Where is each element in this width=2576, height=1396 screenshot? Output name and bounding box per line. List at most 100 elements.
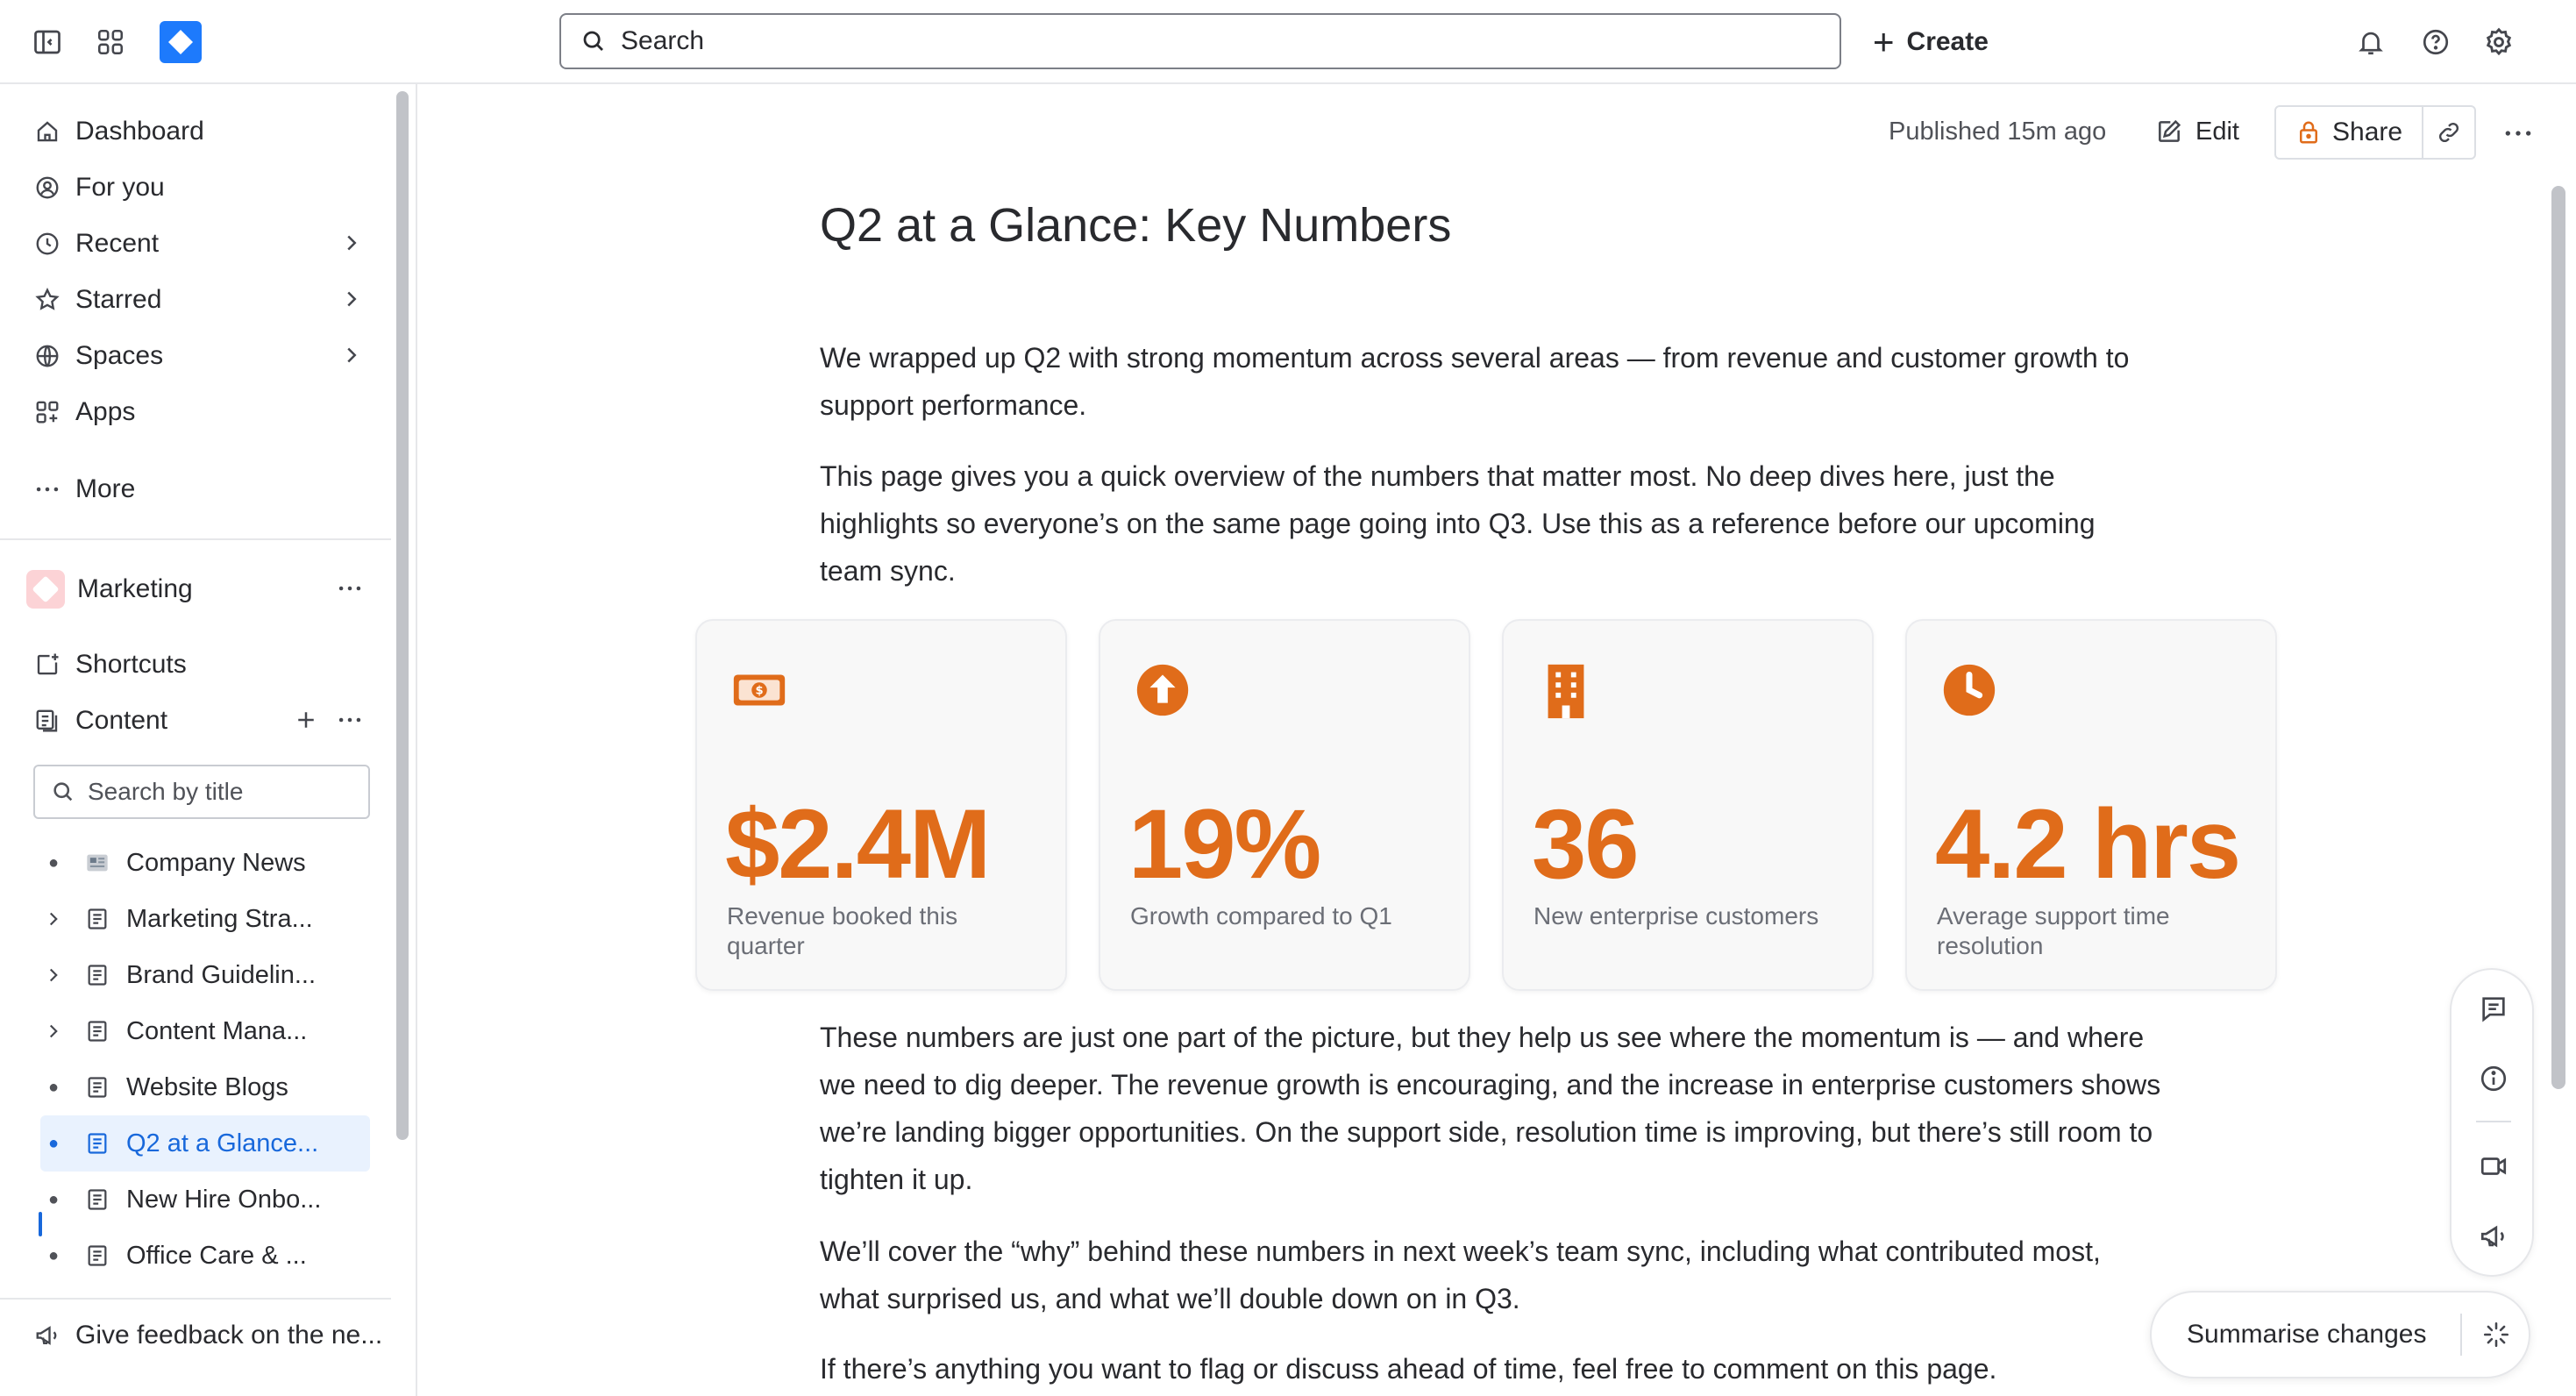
megaphone-icon[interactable] [2478, 1221, 2509, 1252]
tree-item-new-hire-onboarding[interactable]: ● New Hire Onbo... [40, 1172, 370, 1228]
tree-item-brand-guidelines[interactable]: Brand Guidelin... [40, 947, 370, 1003]
info-icon[interactable] [2478, 1063, 2509, 1094]
video-icon[interactable] [2478, 1150, 2509, 1182]
bullet-icon: ● [47, 852, 60, 872]
chevron-right-icon[interactable] [40, 908, 67, 930]
page-icon [84, 1074, 110, 1100]
chevron-right-icon[interactable] [338, 286, 365, 319]
tree-item-label: Marketing Stra... [126, 904, 313, 933]
notifications-bell-icon[interactable] [2350, 21, 2392, 63]
search-by-title-placeholder: Search by title [88, 778, 244, 805]
sidebar-item-label: Recent [75, 229, 160, 258]
confluence-logo-icon[interactable] [160, 21, 202, 63]
tree-item-content-management[interactable]: Content Mana... [40, 1003, 370, 1059]
tree-item-label: Content Mana... [126, 1016, 308, 1045]
sidebar-item-starred[interactable]: Starred [32, 275, 365, 324]
user-circle-icon [32, 172, 63, 203]
search-icon [53, 782, 73, 801]
search-input[interactable]: Search [559, 13, 1841, 69]
bullet-icon: ● [47, 1077, 60, 1097]
sidebar-item-label: For you [75, 173, 165, 202]
money-icon: $ [729, 659, 790, 721]
tree-item-website-blogs[interactable]: ● Website Blogs [40, 1059, 370, 1115]
clock-icon [32, 228, 63, 260]
building-icon [1535, 659, 1597, 721]
tree-item-office-care[interactable]: ● Office Care & ... [40, 1228, 370, 1284]
help-icon[interactable] [2415, 21, 2457, 63]
summarise-label: Summarise changes [2187, 1320, 2427, 1349]
sidebar-scrollbar[interactable] [396, 91, 409, 1140]
published-status: Published 15m ago [1889, 107, 2106, 156]
app-switcher-icon[interactable] [89, 21, 132, 63]
tree-item-company-news[interactable]: ● Company News [40, 835, 370, 891]
tree-item-label: Office Care & ... [126, 1241, 307, 1270]
search-by-title-input[interactable]: Search by title [33, 765, 370, 819]
page-more-dots-icon[interactable] [2501, 116, 2536, 155]
clock-icon [1939, 659, 2000, 721]
tree-item-label: Company News [126, 848, 306, 877]
sidebar-item-more[interactable]: More [32, 465, 365, 514]
page-title: Q2 at a Glance: Key Numbers [820, 199, 1452, 252]
main-scrollbar[interactable] [2551, 186, 2565, 1089]
tree-item-label: Website Blogs [126, 1072, 288, 1101]
sidebar-item-content[interactable]: Content [32, 696, 365, 745]
sidebar-item-label: Spaces [75, 341, 164, 370]
create-button[interactable]: + Create [1873, 18, 1989, 67]
sidebar-item-apps[interactable]: Apps [32, 388, 365, 437]
share-label: Share [2332, 118, 2403, 146]
tree-item-marketing-strategy[interactable]: Marketing Stra... [40, 891, 370, 947]
content-pages-icon [32, 705, 63, 737]
top-bar: Search + Create [0, 0, 2576, 84]
tree-item-q2-at-a-glance[interactable]: ● Q2 at a Glance... [40, 1115, 370, 1172]
sidebar-item-dashboard[interactable]: Dashboard [32, 107, 365, 156]
sidebar-item-label: Dashboard [75, 117, 204, 146]
copy-link-button[interactable] [2423, 107, 2474, 158]
arrow-up-circle-icon [1132, 659, 1193, 721]
sidebar: Dashboard For you Recent Starred Spaces … [0, 84, 417, 1396]
sidebar-item-label: Starred [75, 285, 162, 314]
stat-value: 4.2 hrs [1935, 789, 2241, 899]
chevron-right-icon[interactable] [40, 964, 67, 986]
summarise-changes-button[interactable]: Summarise changes [2150, 1291, 2530, 1378]
feedback-label: Give feedback on the ne... [75, 1321, 383, 1350]
ai-sparkle-icon[interactable] [2481, 1320, 2511, 1350]
stat-card-growth: 19% Growth compared to Q1 [1099, 619, 1470, 991]
add-content-plus-icon[interactable] [293, 707, 319, 740]
sidebar-divider [0, 1298, 391, 1300]
chevron-right-icon[interactable] [338, 342, 365, 375]
apps-grid-icon [32, 396, 63, 428]
intro-paragraph-1: We wrapped up Q2 with strong momentum ac… [820, 342, 2130, 421]
sidebar-item-spaces[interactable]: Spaces [32, 331, 365, 381]
settings-gear-icon[interactable] [2478, 21, 2520, 63]
page-icon [84, 906, 110, 932]
sidebar-item-for-you[interactable]: For you [32, 163, 365, 212]
sidebar-toggle-icon[interactable] [26, 21, 68, 63]
stat-value: $2.4M [725, 789, 991, 899]
search-placeholder: Search [621, 26, 705, 55]
sidebar-item-shortcuts[interactable]: Shortcuts [32, 640, 365, 689]
chevron-right-icon[interactable] [338, 230, 365, 263]
sidebar-item-label: Shortcuts [75, 650, 187, 679]
more-dots-icon[interactable] [335, 705, 365, 742]
shortcut-icon [32, 649, 63, 680]
sidebar-item-recent[interactable]: Recent [32, 219, 365, 268]
space-name: Marketing [77, 574, 193, 603]
globe-icon [32, 340, 63, 372]
chevron-right-icon[interactable] [40, 1020, 67, 1043]
comments-icon[interactable] [2478, 993, 2509, 1024]
bullet-icon: ● [47, 1189, 60, 1209]
megaphone-icon [32, 1322, 63, 1349]
sidebar-item-label: Content [75, 706, 168, 735]
edit-button[interactable]: Edit [2155, 107, 2239, 156]
stat-label: Average support time resolution [1937, 902, 2170, 959]
home-icon [32, 116, 63, 147]
more-dots-icon[interactable] [335, 573, 365, 610]
give-feedback-button[interactable]: Give feedback on the ne... [32, 1321, 382, 1350]
search-icon [583, 31, 603, 51]
space-header-marketing[interactable]: Marketing [26, 565, 365, 614]
body-paragraph-3: If there’s anything you want to flag or … [820, 1353, 1997, 1385]
published-label: Published 15m ago [1889, 117, 2107, 146]
separator [2460, 1314, 2462, 1356]
tree-item-label: Brand Guidelin... [126, 960, 317, 989]
share-button[interactable]: Share [2276, 107, 2423, 158]
